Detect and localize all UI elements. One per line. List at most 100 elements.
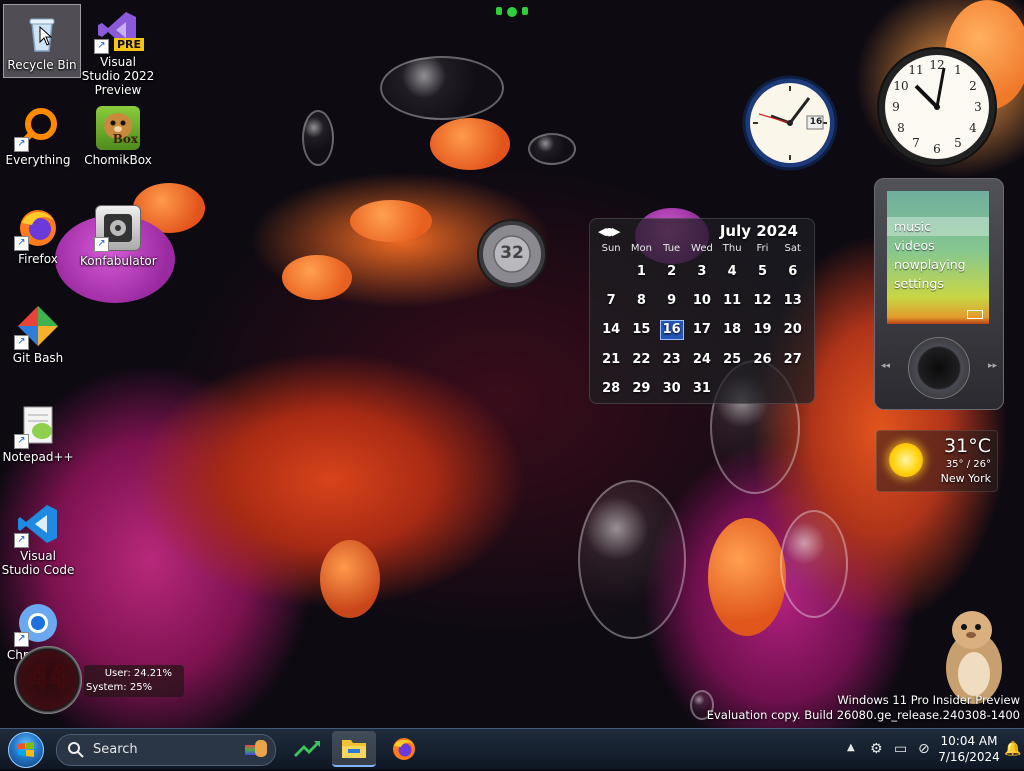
desktop-icon-konfabulator[interactable]: ↗ Konfabulator — [80, 205, 157, 268]
zune-menu-item[interactable]: videos — [887, 236, 989, 255]
notification-bell-icon[interactable]: 🔔 — [1004, 741, 1021, 757]
calendar-day[interactable]: 24 — [687, 345, 717, 374]
calendar-day[interactable]: 4 — [717, 257, 747, 286]
wallpaper-bubble — [780, 510, 848, 618]
zune-menu-item[interactable]: settings — [887, 274, 989, 293]
calendar-day[interactable]: 11 — [717, 286, 747, 315]
calendar-day[interactable]: 2 — [657, 257, 687, 286]
wallpaper-blob — [350, 200, 432, 242]
calendar-day[interactable]: 6 — [778, 257, 808, 286]
calendar-day[interactable]: 27 — [778, 345, 808, 374]
calendar-day — [778, 374, 808, 403]
taskbar-search-box[interactable]: Search — [56, 734, 276, 766]
desktop-icon-git-bash[interactable]: ↗ Git Bash — [0, 304, 76, 365]
green-arrow-icon — [294, 741, 320, 757]
zune-screen: music videos nowplaying settings — [887, 191, 989, 324]
tray-display-icon[interactable]: ▭ — [894, 741, 907, 757]
calendar-day[interactable]: 9 — [657, 286, 687, 315]
desktop-icon-notepad-plus-plus[interactable]: ↗ Notepad++ — [0, 403, 76, 464]
taskbar-app-firefox[interactable] — [382, 731, 426, 767]
calendar-day[interactable]: 21 — [596, 345, 626, 374]
weather-city: New York — [940, 472, 991, 485]
calendar-day[interactable]: 3 — [687, 257, 717, 286]
desktop-icon-firefox[interactable]: ↗ Firefox — [0, 205, 76, 266]
calendar-day[interactable]: 1 — [626, 257, 656, 286]
mouse-cursor — [39, 25, 53, 50]
calendar-day[interactable]: 26 — [747, 345, 777, 374]
clock-gadget-large[interactable]: 12 1 2 345 678 9 10 11 — [876, 46, 998, 168]
desktop-icon-visual-studio-code[interactable]: ↗ Visual Studio Code — [0, 502, 76, 577]
everything-search-icon: ↗ — [14, 106, 60, 152]
calendar-day-today[interactable]: 16 — [659, 320, 684, 340]
calendar-weekday: Fri — [756, 243, 769, 254]
calendar-day[interactable]: 29 — [626, 374, 656, 403]
calendar-title: July 2024 — [719, 222, 798, 240]
calendar-day[interactable]: 12 — [747, 286, 777, 315]
desktop-icon-label: Everything — [5, 153, 71, 167]
calendar-day[interactable]: 18 — [717, 315, 747, 344]
svg-text:10: 10 — [893, 79, 908, 93]
tray-network-settings-icon[interactable]: ⚙ — [870, 741, 883, 757]
tray-overflow-chevron-icon[interactable]: ▲ — [847, 742, 855, 753]
calendar-day[interactable]: 22 — [626, 345, 656, 374]
desktop-icon-chomikbox[interactable]: Box ChomikBox — [80, 106, 156, 167]
svg-text:7: 7 — [912, 136, 920, 150]
calendar-day[interactable]: 28 — [596, 374, 626, 403]
desktop-icon-label: Visual Studio Code — [1, 549, 75, 577]
calendar-day[interactable]: 7 — [596, 286, 626, 315]
wallpaper-bubble — [578, 480, 686, 639]
folder-icon — [342, 740, 366, 758]
calendar-weekday: Sun — [601, 243, 621, 254]
volume-value: 32 — [500, 243, 524, 263]
calendar-day[interactable]: 30 — [657, 374, 687, 403]
zune-menu-item[interactable]: nowplaying — [887, 255, 989, 274]
desktop-icon-visual-studio-2022-preview[interactable]: PRE ↗ Visual Studio 2022 Preview — [80, 8, 156, 97]
search-highlight-icon — [245, 739, 267, 759]
shortcut-arrow-icon: ↗ — [94, 39, 109, 54]
calendar-gadget[interactable]: ◀●▶ July 2024 Sun Mon Tue Wed Thu Fri Sat 1 2 3 4 5… — [589, 218, 815, 404]
calendar-day[interactable]: 10 — [687, 286, 717, 315]
search-icon — [68, 742, 84, 758]
hamster-mascot — [940, 602, 1006, 706]
calendar-day[interactable]: 14 — [596, 315, 626, 344]
calendar-day[interactable]: 8 — [626, 286, 656, 315]
svg-text:5: 5 — [954, 136, 962, 150]
volume-knob-gadget[interactable]: 32 — [476, 218, 548, 290]
calendar-day[interactable]: 20 — [778, 315, 808, 344]
zune-player-gadget[interactable]: music videos nowplaying settings ◂◂ ▸▸ — [874, 178, 1004, 410]
svg-text:6: 6 — [933, 142, 941, 156]
shortcut-arrow-icon: ↗ — [14, 533, 29, 548]
clock-gadget-small[interactable]: 16 — [741, 74, 839, 172]
calendar-day[interactable]: 25 — [717, 345, 747, 374]
cpu-meter-gadget[interactable]: 44 User: 24.21% System: 25% — [14, 646, 184, 716]
calendar-day[interactable]: 5 — [747, 257, 777, 286]
zune-squircle-pad[interactable] — [908, 337, 970, 399]
tray-volume-muted-icon[interactable]: ⊘ — [918, 741, 930, 757]
calendar-day[interactable]: 23 — [657, 345, 687, 374]
zune-back-icon[interactable]: ◂◂ — [881, 361, 890, 371]
shortcut-arrow-icon: ↗ — [14, 632, 29, 647]
svg-text:9: 9 — [892, 100, 900, 114]
taskbar-app-file-explorer[interactable] — [332, 731, 376, 767]
pre-badge: PRE — [114, 38, 145, 51]
calendar-nav-arrows[interactable]: ◀●▶ — [598, 225, 620, 238]
calendar-day[interactable]: 15 — [626, 315, 656, 344]
shortcut-arrow-icon: ↗ — [14, 137, 29, 152]
svg-text:4: 4 — [969, 121, 977, 135]
taskbar-app-green-arrow[interactable] — [284, 731, 328, 767]
calendar-day[interactable]: 13 — [778, 286, 808, 315]
tray-clock[interactable]: 10:04 AM 7/16/2024 — [938, 733, 1000, 765]
start-button[interactable] — [8, 732, 44, 768]
notepad-plus-plus-icon: ↗ — [14, 403, 60, 449]
desktop-icon-label: Notepad++ — [2, 450, 74, 464]
weather-gadget[interactable]: 31°C 35° / 26° New York — [876, 430, 998, 492]
desktop-icon-everything[interactable]: ↗ Everything — [0, 106, 76, 167]
watermark-build: Evaluation copy. Build 26080.ge_release.… — [706, 708, 1020, 722]
zune-menu-item[interactable]: music — [887, 217, 989, 236]
calendar-day[interactable]: 31 — [687, 374, 717, 403]
calendar-weekday: Wed — [691, 243, 713, 254]
calendar-day[interactable]: 19 — [747, 315, 777, 344]
zune-play-icon[interactable]: ▸▸ — [988, 361, 997, 371]
calendar-day[interactable]: 17 — [687, 315, 717, 344]
wallpaper-bubble — [302, 110, 334, 166]
